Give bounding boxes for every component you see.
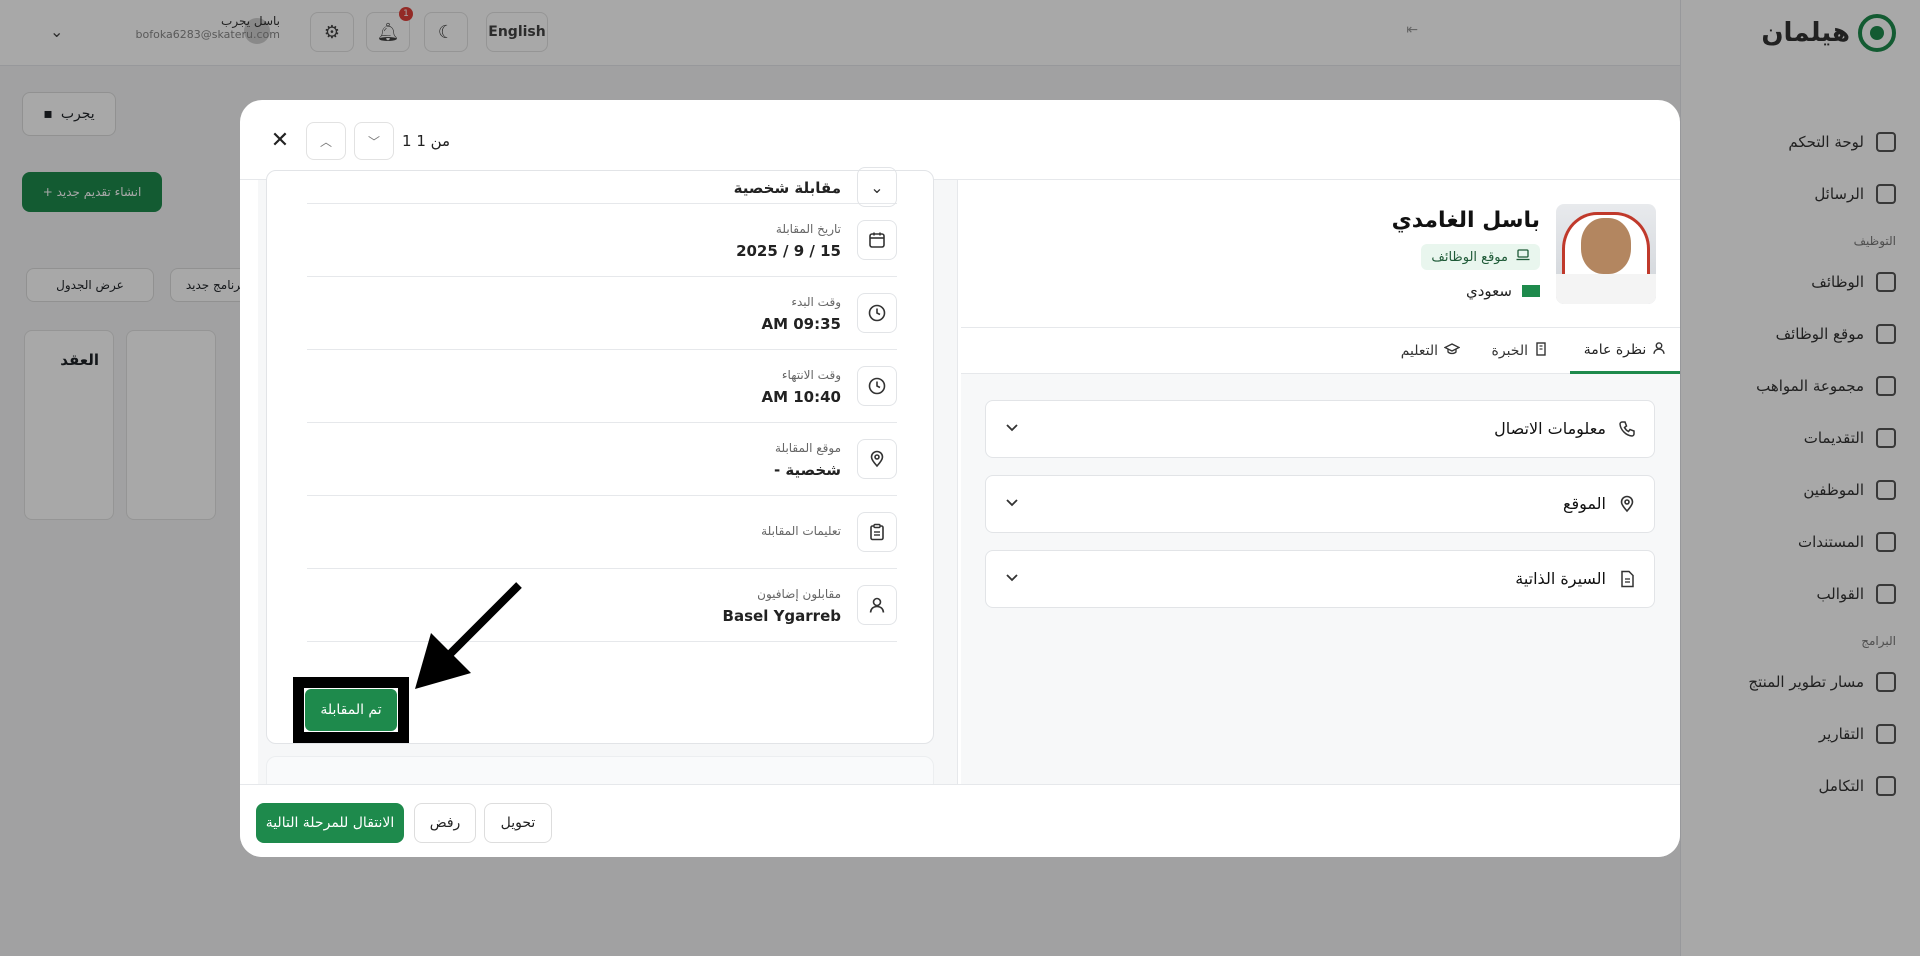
interview-location-label: موقع المقابلة (775, 441, 841, 455)
chevron-down-icon[interactable]: ⌄ (857, 167, 897, 207)
clock-icon (857, 293, 897, 333)
close-button[interactable]: ✕ (264, 124, 296, 156)
candidate-pane: باسل الغامدي موقع الوظائف سعودي نظرة عام… (961, 180, 1680, 784)
building-icon (1534, 342, 1548, 360)
user-icon (857, 585, 897, 625)
chevron-down-icon (1004, 419, 1020, 439)
candidate-profile: باسل الغامدي موقع الوظائف سعودي (961, 180, 1680, 328)
chevron-down-icon (1004, 569, 1020, 589)
accordion-title: معلومات الاتصال (1494, 419, 1606, 438)
end-time-row: وقت الانتهاء AM 10:40 (307, 350, 897, 423)
start-time-value: AM 09:35 (761, 315, 841, 333)
interview-card: ⌄ مقابلة شخصية تاريخ المقابلة 15 / 9 / 2… (266, 167, 934, 744)
candidate-modal: ✕ ︿ ﹀ 1 من 1 ⌄ مقابلة شخصية تاريخ المقاب… (240, 100, 1680, 857)
chevron-down-icon (1004, 494, 1020, 514)
candidate-name: باسل الغامدي (1391, 208, 1540, 233)
annotation-highlight-frame: تم المقابلة (293, 677, 409, 743)
calendar-icon (857, 220, 897, 260)
additional-interviewers-row: مقابلون إضافيون Basel Ygarreb (307, 569, 897, 642)
map-pin-icon (1618, 495, 1636, 517)
end-time-label: وقت الانتهاء (781, 368, 841, 382)
interview-date-value: 15 / 9 / 2025 (736, 242, 841, 260)
reject-button[interactable]: رفض (414, 803, 476, 843)
laptop-icon (1516, 249, 1530, 265)
graduation-cap-icon (1443, 342, 1461, 360)
tab-education[interactable]: التعليم (1400, 328, 1461, 374)
phone-icon (1618, 420, 1636, 442)
additional-interviewers-label: مقابلون إضافيون (757, 587, 841, 601)
map-pin-icon (857, 439, 897, 479)
tab-label: نظرة عامة (1583, 341, 1647, 358)
tab-experience[interactable]: الخبرة (1492, 328, 1548, 374)
accordion-resume[interactable]: السيرة الذاتية (985, 550, 1655, 608)
interview-type-row: ⌄ مقابلة شخصية (307, 131, 897, 207)
interview-done-button[interactable]: تم المقابلة (305, 689, 397, 731)
interview-date-row: تاريخ المقابلة 15 / 9 / 2025 (307, 204, 897, 277)
interview-instructions-label: تعليمات المقابلة (761, 524, 841, 538)
accordion-location[interactable]: الموقع (985, 475, 1655, 533)
next-stage-button[interactable]: الانتقال للمرحلة التالية (256, 803, 404, 843)
nationality-label: سعودي (1466, 282, 1512, 300)
interview-instructions-row: تعليمات المقابلة (307, 496, 897, 569)
interview-type-value: مقابلة شخصية (733, 179, 841, 197)
start-time-label: وقت البدء (791, 295, 841, 309)
clipboard-icon (857, 512, 897, 552)
annotation-arrow-icon (415, 582, 522, 689)
candidate-photo (1556, 204, 1656, 304)
interview-location-row: موقع المقابلة شخصية - (307, 423, 897, 496)
saudi-flag-icon (1522, 285, 1540, 297)
end-time-value: AM 10:40 (761, 388, 841, 406)
transfer-button[interactable]: تحويل (484, 803, 552, 843)
accordion-title: الموقع (1563, 494, 1606, 513)
source-badge: موقع الوظائف (1421, 244, 1540, 270)
interview-pane[interactable]: ⌄ مقابلة شخصية تاريخ المقابلة 15 / 9 / 2… (258, 167, 958, 796)
close-icon: ✕ (270, 127, 290, 153)
additional-interviewers-value: Basel Ygarreb (722, 607, 841, 625)
accordion-title: السيرة الذاتية (1515, 569, 1606, 588)
clock-icon (857, 366, 897, 406)
tab-label: التعليم (1400, 343, 1438, 359)
modal-footer: الانتقال للمرحلة التالية رفض تحويل (240, 784, 1680, 857)
file-icon (1618, 570, 1636, 592)
nationality: سعودي (1466, 282, 1540, 300)
start-time-row: وقت البدء AM 09:35 (307, 277, 897, 350)
tab-label: الخبرة (1491, 343, 1528, 359)
modal-body: ⌄ مقابلة شخصية تاريخ المقابلة 15 / 9 / 2… (240, 167, 1680, 796)
interview-date-label: تاريخ المقابلة (775, 222, 841, 236)
interview-location-value: شخصية - (773, 461, 841, 479)
photo-body (1556, 274, 1656, 304)
profile-tabs: نظرة عامة الخبرة التعليم (961, 328, 1680, 374)
user-icon (1652, 341, 1666, 359)
source-label: موقع الوظائف (1431, 249, 1508, 265)
photo-face (1581, 218, 1631, 274)
accordion-contact-info[interactable]: معلومات الاتصال (985, 400, 1655, 458)
tab-overview[interactable]: نظرة عامة (1570, 328, 1680, 374)
